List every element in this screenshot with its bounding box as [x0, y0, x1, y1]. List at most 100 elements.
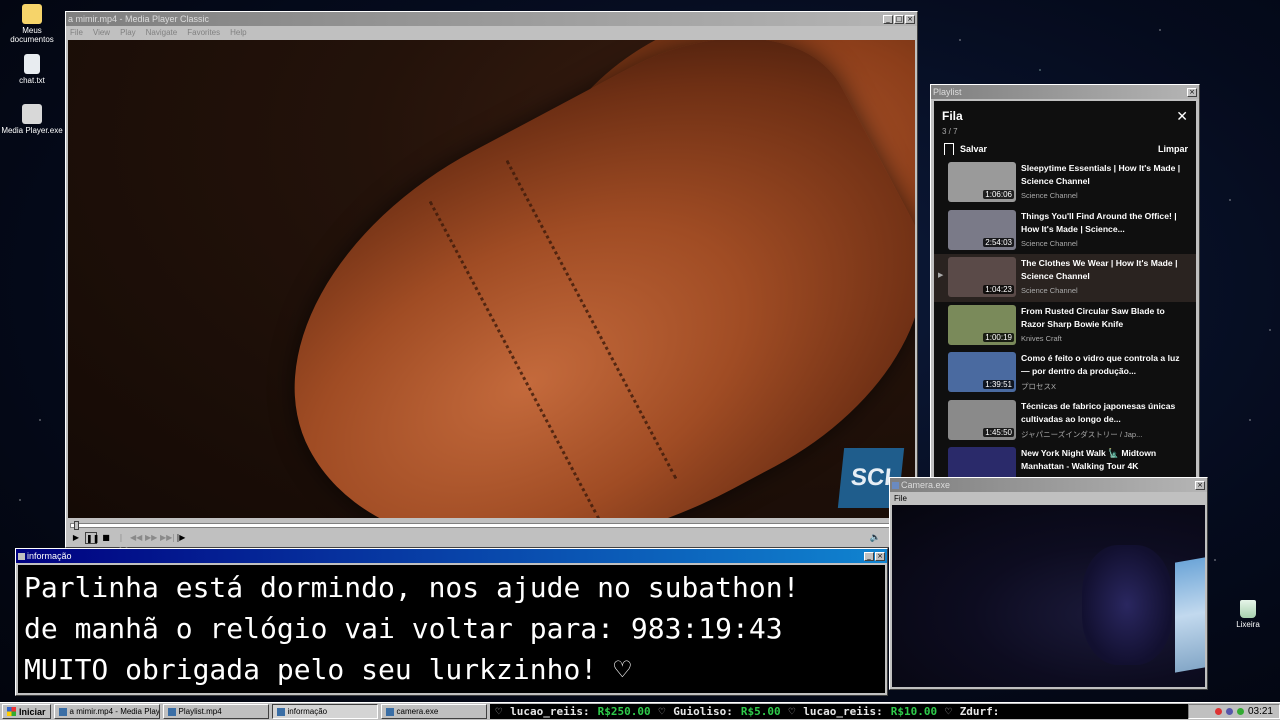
camera-icon [385, 707, 394, 716]
close-button[interactable]: × [905, 14, 915, 24]
video-duration: 1:06:06 [983, 190, 1014, 199]
menu-play[interactable]: Play [120, 28, 136, 37]
video-duration: 1:45:50 [983, 427, 1014, 437]
video-thumbnail: 1:00:19 [948, 304, 1016, 345]
camera-titlebar[interactable]: Camera.exe × [890, 478, 1207, 492]
tray-network-icon[interactable] [1225, 708, 1233, 715]
video-title: Técnicas de fabrico japonesas únicas cul… [1021, 400, 1176, 424]
recycle-bin-icon [1240, 600, 1256, 618]
frame-step-icon[interactable]: |▶ [175, 532, 187, 544]
camera-window: Camera.exe × File [889, 477, 1208, 690]
video-thumbnail: 1:06:06 [948, 162, 1016, 202]
save-button[interactable]: Salvar [944, 143, 1158, 155]
video-channel: Knives Craft [1021, 333, 1062, 343]
media-player-icon [22, 104, 42, 124]
media-player-titlebar[interactable]: a mimir.mp4 - Media Player Classic _ □ × [66, 12, 917, 26]
heart-icon: ♡ [945, 705, 952, 718]
playlist-titlebar[interactable]: Playlist × [931, 85, 1199, 99]
video-title: Things You'll Find Around the Office! | … [1021, 210, 1177, 234]
ticker-user: Guioliso: [673, 705, 733, 718]
playlist-item[interactable]: 1:39:51 Como é feito o vidro que controla… [934, 349, 1196, 397]
ticker-amount: R$5.00 [740, 705, 781, 718]
ticker-user: lucao_reiis: [510, 705, 590, 718]
playlist-actions: Salvar Limpar [934, 136, 1196, 159]
video-duration: 1:39:51 [983, 380, 1014, 389]
video-channel: プロセスX [1021, 382, 1057, 391]
tray-status-icon[interactable] [1214, 708, 1222, 715]
menu-file[interactable]: File [70, 28, 83, 37]
play-icon[interactable]: ▶ [70, 532, 82, 544]
clear-button[interactable]: Limpar [1158, 144, 1188, 154]
taskbar-item-label: a mimir.mp4 - Media Playe... [69, 707, 160, 716]
video-title: Como é feito o vidro que controla a luz … [1021, 353, 1180, 376]
video-meta: Técnicas de fabrico japonesas únicas cul… [1021, 400, 1190, 442]
playlist-items: 1:06:06 Sleepytime Essentials | How It's … [934, 159, 1196, 481]
info-line: MUITO obrigada pelo seu lurkzinho! ♡ [24, 653, 631, 686]
playlist-item[interactable]: 2:54:03 Things You'll Find Around the Off… [934, 207, 1196, 255]
playlist-count: 3 / 7 [942, 127, 958, 136]
playlist-item[interactable]: 1:06:06 Sleepytime Essentials | How It's … [934, 159, 1196, 207]
playlist-header: Fila 3 / 7 ✕ [934, 101, 1196, 136]
taskbar: Iniciar a mimir.mp4 - Media Playe... Pla… [0, 702, 1280, 720]
skip-back-icon[interactable]: |◀◀ [115, 532, 127, 554]
menu-help[interactable]: Help [230, 28, 246, 37]
desktop-icon-label: chat.txt [19, 76, 45, 85]
close-icon[interactable]: ✕ [1176, 109, 1188, 125]
playlist-item[interactable]: 1:00:19 From Rusted Circular Saw Blade to… [934, 302, 1196, 350]
fast-forward-icon[interactable]: ▶▶ [145, 532, 157, 544]
seek-bar[interactable] [70, 521, 913, 530]
camera-feed [892, 505, 1205, 687]
playback-controls: ▶ ❚❚ ■ |◀◀ ◀◀ ▶▶ ▶▶| |▶ [70, 532, 187, 554]
close-button[interactable]: × [875, 551, 885, 561]
now-playing-icon: ▶ [938, 272, 944, 279]
taskbar-item-media-player[interactable]: a mimir.mp4 - Media Playe... [53, 704, 160, 719]
minimize-button[interactable]: _ [883, 14, 893, 24]
playlist-item[interactable]: 1:45:50 Técnicas de fabrico japonesas úni… [934, 397, 1196, 445]
video-frame[interactable]: SCI [68, 40, 915, 518]
volume-icon[interactable]: 🔈 [870, 532, 881, 543]
taskbar-item-camera[interactable]: camera.exe [380, 704, 487, 719]
rewind-icon[interactable]: ◀◀ [130, 532, 142, 544]
info-icon [276, 707, 285, 716]
stop-icon[interactable]: ■ [100, 532, 112, 544]
menu-favorites[interactable]: Favorites [187, 28, 220, 37]
menu-file[interactable]: File [894, 494, 907, 503]
menu-view[interactable]: View [93, 28, 110, 37]
taskbar-item-playlist[interactable]: Playlist.mp4 [162, 704, 269, 719]
camera-menubar: File [890, 492, 1207, 504]
video-channel: Science Channel [1021, 191, 1078, 200]
menu-navigate[interactable]: Navigate [146, 28, 178, 37]
media-player-menubar: File View Play Navigate Favorites Help [66, 26, 917, 38]
video-channel: Science Channel [1021, 238, 1078, 248]
info-line: Parlinha está dormindo, nos ajude no sub… [24, 571, 800, 604]
start-button[interactable]: Iniciar [2, 704, 51, 719]
desktop-icon-my-documents[interactable]: Meus documentos [0, 4, 64, 44]
playlist-item[interactable]: ▶ 1:04:23 The Clothes We Wear | How It's M… [934, 254, 1196, 302]
desktop-icon-media-player[interactable]: Media Player.exe [0, 104, 64, 135]
text-file-icon [24, 54, 40, 74]
info-titlebar[interactable]: informação _ × [16, 549, 887, 563]
tray-volume-icon[interactable] [1236, 708, 1244, 715]
taskbar-item-info[interactable]: informação [271, 704, 378, 719]
close-button[interactable]: × [1195, 480, 1205, 490]
folder-icon [22, 4, 42, 24]
video-channel: ジャパニーズインダストリー / Jap... [1021, 429, 1143, 439]
video-meta: Sleepytime Essentials | How It's Made | … [1021, 162, 1190, 204]
playlist-item[interactable]: New York Night Walk 🗽 Midtown Manhattan … [934, 444, 1196, 481]
skip-forward-icon[interactable]: ▶▶| [160, 532, 175, 544]
playlist-icon [167, 707, 176, 716]
pause-icon[interactable]: ❚❚ [85, 532, 99, 544]
desktop-icon-recycle-bin[interactable]: Lixeira [1228, 600, 1268, 629]
clock[interactable]: 03:21 [1248, 706, 1273, 717]
video-thumbnail: 1:39:51 [948, 352, 1016, 392]
minimize-button[interactable]: _ [864, 551, 874, 561]
playlist-window: Playlist × Fila 3 / 7 ✕ Salvar Limpar 1:… [930, 84, 1200, 484]
save-label: Salvar [960, 144, 988, 154]
desktop-icon-chat-txt[interactable]: chat.txt [0, 54, 64, 85]
seek-knob[interactable] [74, 521, 79, 530]
maximize-button[interactable]: □ [894, 14, 904, 24]
video-thumbnail: 1:45:50 [948, 399, 1016, 440]
system-tray: 03:21 [1188, 704, 1280, 719]
media-player-icon [58, 707, 67, 716]
close-button[interactable]: × [1187, 87, 1197, 97]
